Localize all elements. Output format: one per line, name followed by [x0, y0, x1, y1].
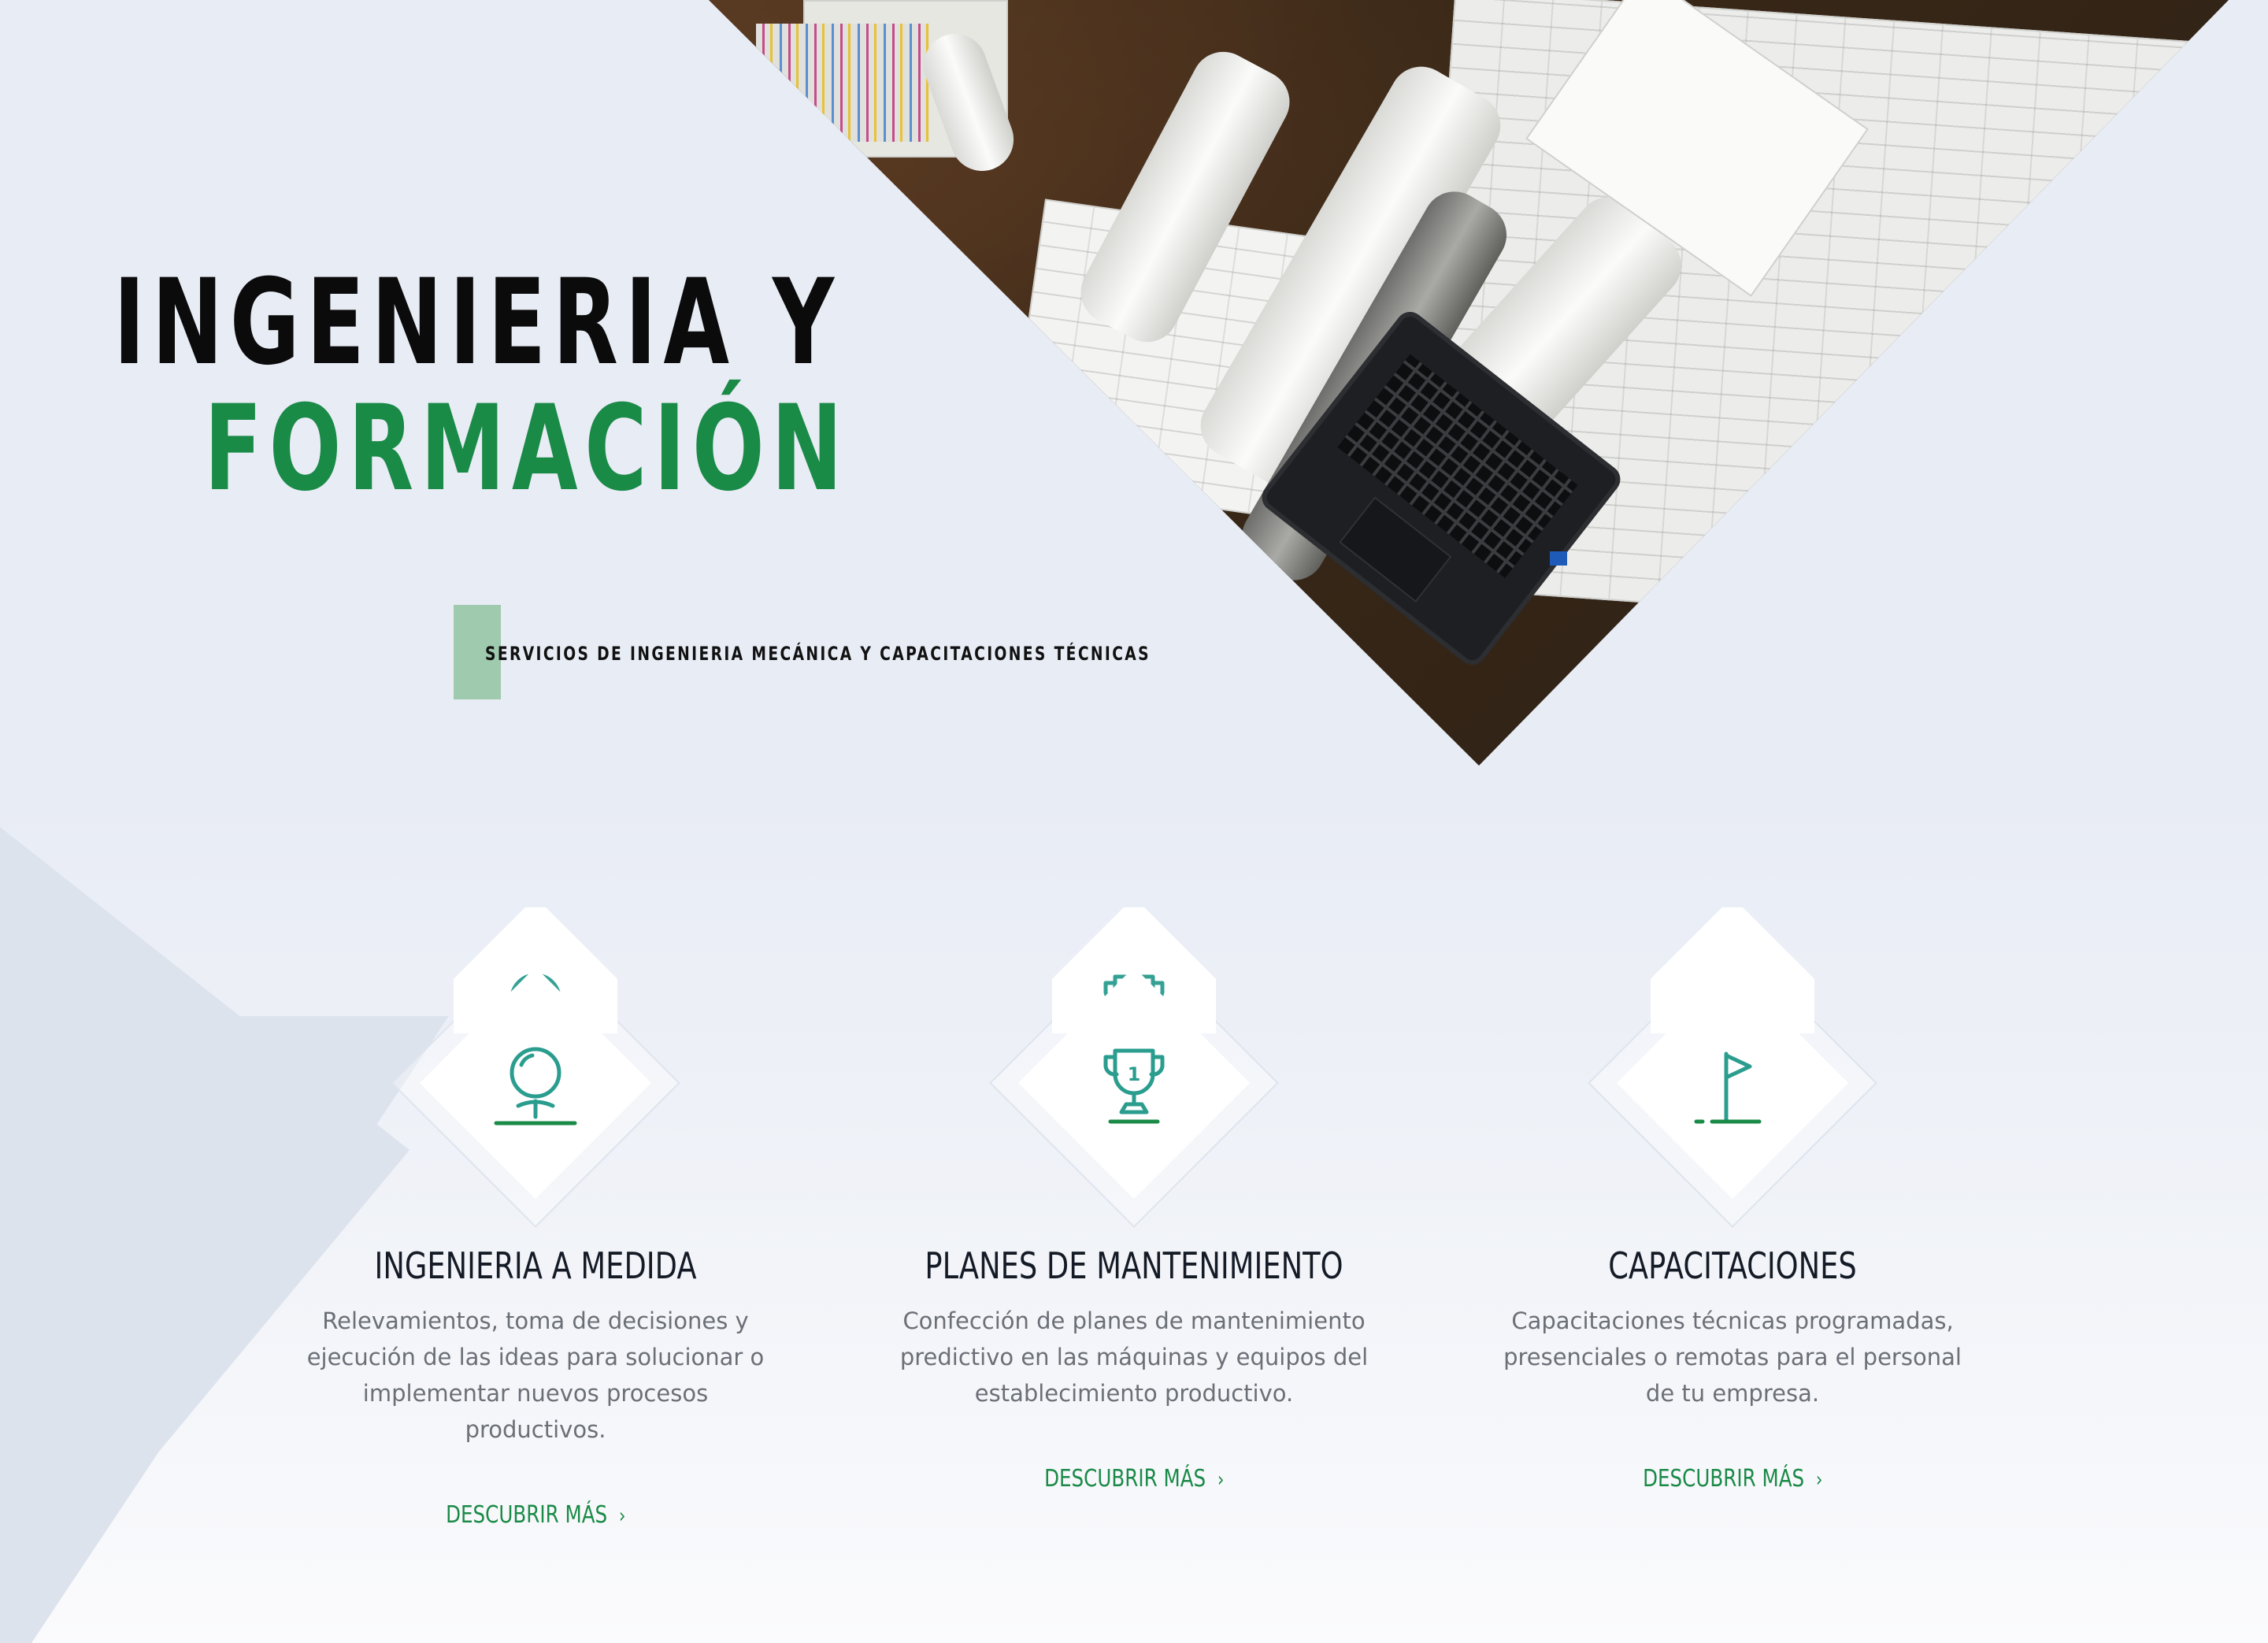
- discover-more-label: DESCUBRIR MÁS: [1043, 1465, 1206, 1493]
- trophy-icon: 1: [1103, 1048, 1165, 1124]
- service-title: INGENIERIA A MEDIDA: [374, 1244, 697, 1287]
- service-card-mantenimiento: 1 1 PLANES DE MANTENIMIENTO Confección d…: [835, 866, 1433, 1493]
- service-card-capacitaciones: CAPACITACIONES Capacitaciones técnicas p…: [1433, 866, 2032, 1493]
- discover-more-link[interactable]: DESCUBRIR MÁS ›: [446, 1501, 625, 1529]
- chevron-right-icon: ›: [1217, 1468, 1225, 1492]
- hero-section: INGENIERIA Y FORMACIÓN SERVICIOS DE INGE…: [0, 0, 2268, 788]
- hero-tagline: SERVICIOS DE INGENIERIA MECÁNICA Y CAPAC…: [485, 643, 1151, 665]
- service-title: CAPACITACIONES: [1608, 1244, 1857, 1287]
- flag-icon: [1694, 1051, 1762, 1124]
- service-card-ingenieria: INGENIERIA A MEDIDA Relevamientos, toma …: [236, 866, 835, 1529]
- hero-title-line1: INGENIERIA Y: [113, 254, 841, 391]
- service-description: Capacitaciones técnicas programadas, pre…: [1503, 1307, 1962, 1407]
- service-description: Relevamientos, toma de decisiones y ejec…: [306, 1307, 765, 1443]
- discover-more-label: DESCUBRIR MÁS: [1642, 1465, 1804, 1493]
- service-title: PLANES DE MANTENIMIENTO: [925, 1244, 1343, 1287]
- chevron-right-icon: ›: [1815, 1468, 1823, 1492]
- golf-ball-on-tee-icon: [494, 1047, 577, 1126]
- hero-title-line2: FORMACIÓN: [204, 380, 850, 517]
- service-description: Confección de planes de mantenimiento pr…: [899, 1307, 1369, 1407]
- discover-more-link[interactable]: DESCUBRIR MÁS ›: [1643, 1465, 1822, 1493]
- chevron-right-icon: ›: [618, 1504, 626, 1528]
- svg-text:1: 1: [1128, 1063, 1141, 1085]
- discover-more-label: DESCUBRIR MÁS: [445, 1501, 607, 1529]
- hero-title: INGENIERIA Y FORMACIÓN: [113, 260, 849, 512]
- discover-more-link[interactable]: DESCUBRIR MÁS ›: [1044, 1465, 1224, 1493]
